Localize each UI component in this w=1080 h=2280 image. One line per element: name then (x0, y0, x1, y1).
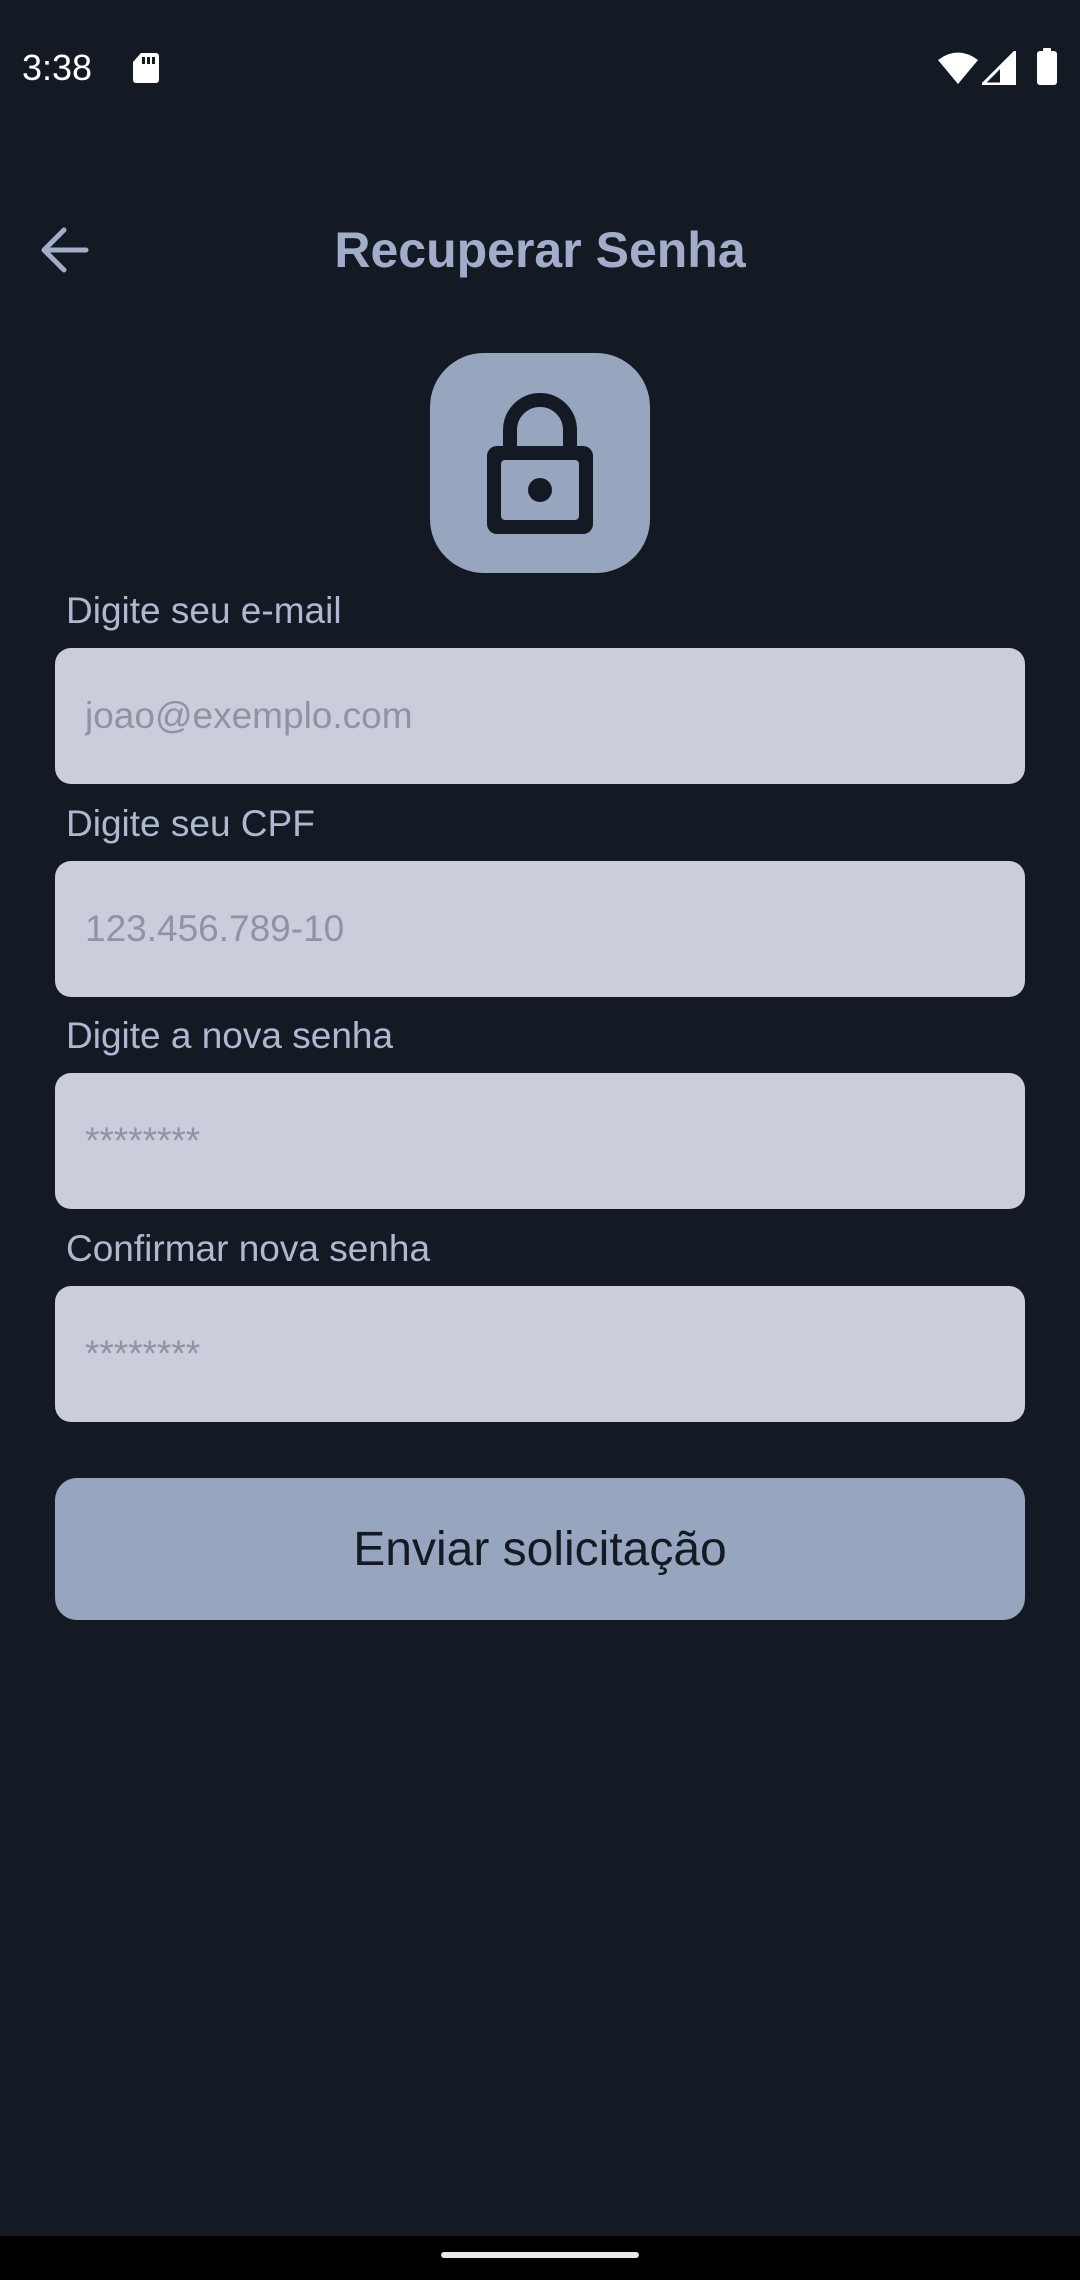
confirm-password-label: Confirmar nova senha (66, 1228, 431, 1269)
email-field[interactable] (55, 648, 1025, 784)
confirm-password-field[interactable] (55, 1286, 1025, 1422)
new-password-label: Digite a nova senha (66, 1015, 394, 1056)
battery-icon (1037, 48, 1057, 85)
cell-signal-icon (982, 51, 1016, 85)
status-bar: 3:38 (0, 0, 1080, 140)
email-label: Digite seu e-mail (66, 590, 342, 631)
app-bar: Recuperar Senha (0, 200, 1080, 300)
submit-request-button[interactable]: Enviar solicitação (55, 1478, 1025, 1620)
page-title: Recuperar Senha (334, 222, 746, 278)
cpf-label: Digite seu CPF (66, 803, 315, 844)
new-password-field[interactable] (55, 1073, 1025, 1209)
status-time: 3:38 (22, 47, 93, 88)
sd-card-icon (133, 53, 159, 83)
lock-icon (487, 393, 593, 534)
home-indicator[interactable] (441, 2252, 639, 2258)
cpf-field[interactable] (55, 861, 1025, 997)
navigation-bar (0, 2236, 1080, 2280)
lock-icon-tile (430, 353, 650, 573)
wifi-icon (938, 52, 978, 84)
